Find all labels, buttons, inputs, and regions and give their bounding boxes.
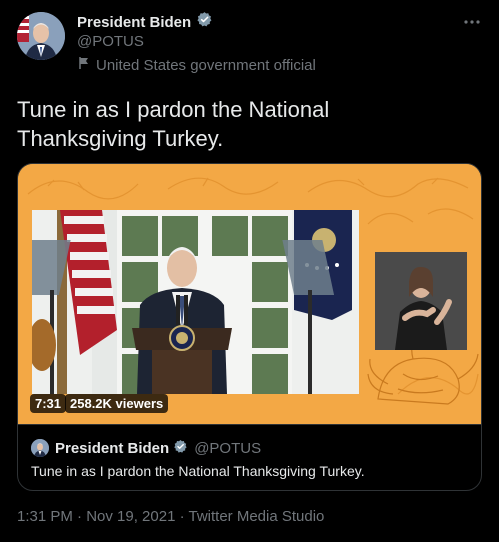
author-handle[interactable]: @POTUS [77, 33, 144, 50]
tweet-text: Tune in as I pardon the National Thanksg… [17, 97, 330, 151]
tweet-timestamp[interactable]: 1:31 PM · Nov 19, 2021 · Twitter Media S… [17, 508, 324, 525]
affiliation-label: United States government official [77, 56, 316, 74]
verified-badge-icon [173, 439, 188, 458]
flag-icon [77, 56, 91, 74]
video-duration-badge: 7:31 [30, 394, 67, 413]
video-player[interactable]: 7:31 258.2K viewers [18, 164, 481, 424]
author-avatar[interactable] [17, 12, 65, 60]
quoted-author-name[interactable]: President Biden [55, 440, 169, 457]
more-icon[interactable] [463, 12, 481, 30]
quoted-tweet[interactable]: President Biden @POTUS Tune in as I pard… [18, 424, 481, 490]
sign-language-interpreter-feed[interactable] [375, 252, 467, 350]
affiliation-text: United States government official [96, 56, 316, 74]
verified-badge-icon [196, 11, 213, 33]
viewer-count-badge: 258.2K viewers [65, 394, 169, 413]
author-name[interactable]: President Biden [77, 14, 191, 31]
speaker-video-feed[interactable] [32, 210, 359, 394]
quoted-author-handle[interactable]: @POTUS [194, 440, 261, 457]
quoted-author-avatar[interactable] [31, 439, 49, 457]
media-card[interactable]: 7:31 258.2K viewers President Biden @POT… [17, 163, 482, 491]
quoted-tweet-text: Tune in as I pardon the National Thanksg… [31, 463, 365, 479]
